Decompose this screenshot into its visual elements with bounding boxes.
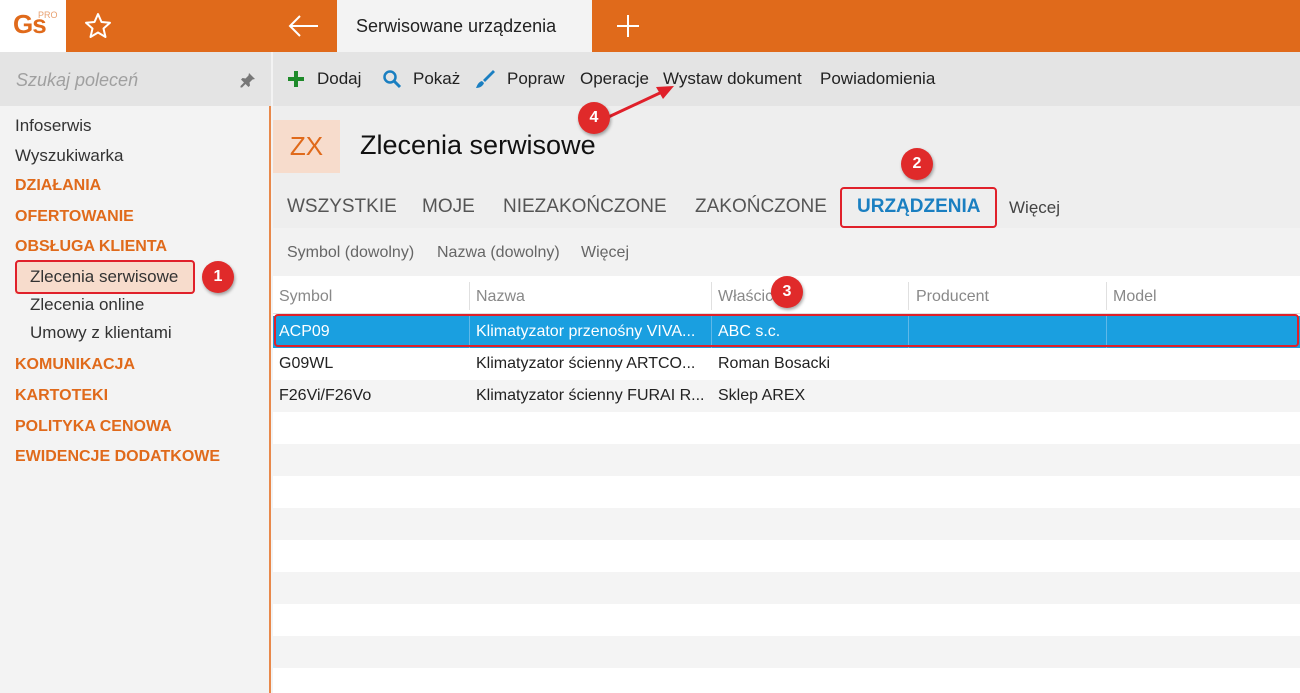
cell-name: Klimatyzator ścienny ARTCO... [476,355,696,372]
annotation-box-sidebar-item [15,260,195,294]
module-header: ZX Zlecenia serwisowe [273,106,1300,188]
table-row[interactable]: F26Vi/F26Vo Klimatyzator ścienny FURAI R… [273,380,1300,412]
column-model[interactable]: Model [1113,288,1157,306]
empty-row [273,636,1300,668]
notifications-label: Powiadomienia [820,69,936,88]
filter-more[interactable]: Więcej [581,244,629,262]
search-placeholder: Szukaj poleceń [16,70,139,90]
add-label: Dodaj [317,69,362,88]
notifications-menu[interactable]: Powiadomienia [820,69,940,91]
app-logo[interactable]: Gs PRO [0,0,66,52]
column-symbol[interactable]: Symbol [279,288,332,306]
toolbar: Dodaj Pokaż Popraw Operacje Wystaw dokum… [273,52,1300,106]
sidebar-category-dzialania[interactable]: DZIAŁANIA [15,177,101,195]
column-divider[interactable] [908,282,909,310]
module-badge: ZX [273,120,340,173]
column-divider[interactable] [1106,282,1107,310]
cell-symbol: F26Vi/F26Vo [279,387,372,404]
column-name[interactable]: Nazwa [476,288,525,306]
tab-label: Serwisowane urządzenia [356,16,557,36]
tab-zakonczone[interactable]: ZAKOŃCZONE [695,196,827,218]
sidebar-item-umowy-z-klientami[interactable]: Umowy z klientami [30,323,172,343]
sidebar-category-ewidencje-dodatkowe[interactable]: EWIDENCJE DODATKOWE [15,448,220,466]
back-arrow-icon [288,15,318,37]
tab-moje[interactable]: MOJE [422,196,475,218]
empty-row [273,604,1300,636]
cell-owner: Roman Bosacki [718,355,831,372]
annotation-box-selected-row [274,314,1299,347]
empty-row [273,412,1300,444]
empty-row [273,572,1300,604]
sidebar-category-kartoteki[interactable]: KARTOTEKI [15,387,108,405]
sidebar-category-ofertowanie[interactable]: OFERTOWANIE [15,208,134,226]
empty-row [273,508,1300,540]
sidebar-category-obsluga-klienta[interactable]: OBSŁUGA KLIENTA [15,238,167,256]
favorites-button[interactable] [82,10,114,42]
annotation-badge-2: 2 [901,148,933,180]
star-icon [85,13,111,38]
empty-row [273,444,1300,476]
show-label: Pokaż [413,69,461,88]
annotation-badge-3: 3 [771,276,803,308]
column-divider[interactable] [469,282,470,310]
brush-icon [476,70,495,88]
back-button[interactable] [286,10,322,42]
sidebar: Szukaj poleceń Infoserwis Wyszukiwarka D… [0,52,271,693]
tab-niezakonczone[interactable]: NIEZAKOŃCZONE [503,196,667,218]
cell-owner: Sklep AREX [718,387,806,404]
tab-wszystkie[interactable]: WSZYSTKIE [287,196,397,218]
search-icon [383,70,402,89]
logo-badge: PRO [38,10,58,20]
empty-row [273,668,1300,693]
column-producer[interactable]: Producent [916,288,989,306]
sidebar-category-polityka-cenowa[interactable]: POLITYKA CENOWA [15,418,172,436]
sidebar-category-komunikacja[interactable]: KOMUNIKACJA [15,356,135,374]
plus-icon [288,71,304,87]
issue-document-label: Wystaw dokument [663,69,802,88]
filter-symbol[interactable]: Symbol (dowolny) [287,244,414,262]
tab-more[interactable]: Więcej [1009,198,1060,218]
new-tab-button[interactable] [612,10,644,42]
view-tabs: WSZYSTKIE MOJE NIEZAKOŃCZONE ZAKOŃCZONE … [273,188,1300,228]
empty-row [273,540,1300,572]
main-panel: Dodaj Pokaż Popraw Operacje Wystaw dokum… [273,52,1300,693]
annotation-badge-4: 4 [578,102,610,134]
tab-serwisowane-urzadzenia[interactable]: Serwisowane urządzenia [337,0,592,52]
edit-label: Popraw [507,69,565,88]
sidebar-item-infoserwis[interactable]: Infoserwis [15,116,92,136]
column-divider[interactable] [711,282,712,310]
table-row[interactable]: G09WL Klimatyzator ścienny ARTCO... Roma… [273,348,1300,380]
show-button[interactable]: Pokaż [382,69,462,91]
page-title: Zlecenia serwisowe [360,130,596,160]
issue-document-menu[interactable]: Wystaw dokument [663,69,805,91]
pin-icon[interactable] [240,72,256,88]
cell-symbol: G09WL [279,355,334,372]
cell-name: Klimatyzator ścienny FURAI R... [476,387,705,404]
add-button[interactable]: Dodaj [287,69,367,91]
filter-name[interactable]: Nazwa (dowolny) [437,244,560,262]
empty-row [273,476,1300,508]
filter-bar: Symbol (dowolny) Nazwa (dowolny) Więcej [273,228,1300,276]
top-bar: Gs PRO Serwisowane urządzenia [0,0,1300,52]
annotation-box-devices-tab [840,187,997,228]
annotation-badge-1: 1 [202,261,234,293]
plus-icon [617,15,639,37]
sidebar-item-zlecenia-online[interactable]: Zlecenia online [30,295,144,315]
search-commands-input[interactable]: Szukaj poleceń [0,52,271,106]
edit-button[interactable]: Popraw [474,69,569,91]
sidebar-item-wyszukiwarka[interactable]: Wyszukiwarka [15,146,123,166]
